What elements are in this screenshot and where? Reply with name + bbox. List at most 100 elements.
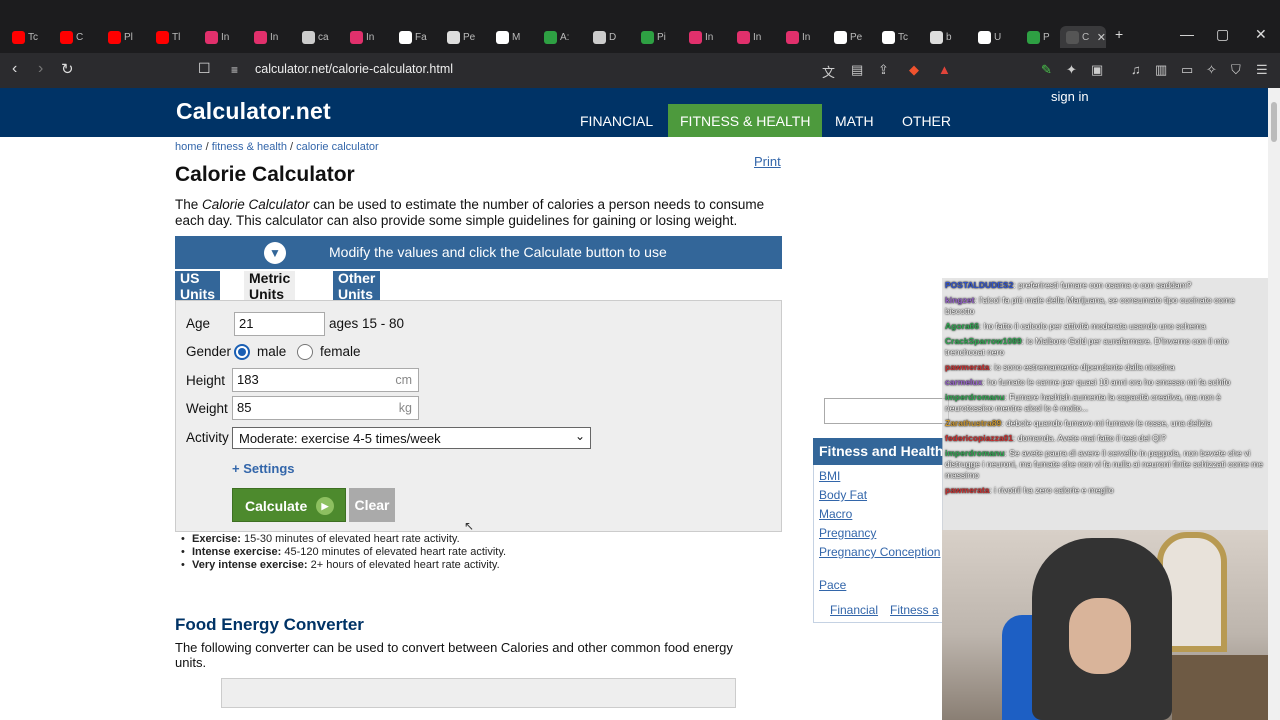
tab-close-icon[interactable]: ✕ xyxy=(1097,31,1106,44)
breadcrumb-calorie[interactable]: calorie calculator xyxy=(296,141,379,153)
chat-message: POSTALDUDES2: preferiresti fumare con os… xyxy=(942,278,1268,293)
tab-label: U xyxy=(994,31,1002,43)
list-item: Exercise: 15-30 minutes of elevated hear… xyxy=(180,533,506,546)
translate-icon[interactable]: 文 xyxy=(822,62,835,81)
calculate-button[interactable]: Calculate ▶ xyxy=(232,488,346,522)
reader-icon[interactable]: ▤ xyxy=(851,62,863,78)
brave-shield-icon[interactable]: ◆ xyxy=(909,62,919,78)
sidebar-icon[interactable]: ▥ xyxy=(1155,62,1167,78)
browser-tab[interactable]: D xyxy=(587,26,631,48)
browser-tab[interactable]: In xyxy=(199,26,243,48)
browser-tab[interactable]: Tc xyxy=(876,26,920,48)
leo-icon[interactable]: ✧ xyxy=(1206,62,1217,78)
browser-tab[interactable]: In xyxy=(731,26,775,48)
wallet-icon[interactable]: ▭ xyxy=(1181,62,1193,78)
nav-other[interactable]: OTHER xyxy=(890,104,963,137)
play-icon: ▶ xyxy=(316,497,334,515)
new-tab-icon[interactable]: + xyxy=(1115,26,1123,42)
height-unit: cm xyxy=(395,373,412,387)
sidebar-footer-fitness[interactable]: Fitness a xyxy=(890,603,939,617)
tab-label: D xyxy=(609,31,617,43)
nav-financial[interactable]: FINANCIAL xyxy=(568,104,665,137)
tab-us-units[interactable]: US Units xyxy=(175,270,220,302)
sidebar-link-macro[interactable]: Macro xyxy=(819,507,852,521)
site-logo[interactable]: Calculator.net xyxy=(176,98,331,125)
vpn-icon[interactable]: ⛉ xyxy=(1231,62,1241,78)
rewards-icon[interactable]: ▲ xyxy=(938,62,951,77)
sidebar-link-pace[interactable]: Pace xyxy=(819,578,846,592)
browser-tab[interactable]: ca xyxy=(296,26,340,48)
url-field[interactable]: calculator.net/calorie-calculator.html xyxy=(255,62,453,76)
search-input[interactable] xyxy=(824,398,949,424)
print-link[interactable]: Print xyxy=(754,154,781,169)
extensions-icon[interactable]: ✦ xyxy=(1066,62,1077,78)
nav-fitness-health[interactable]: FITNESS & HEALTH xyxy=(668,104,823,137)
back-icon[interactable]: ‹ xyxy=(12,60,17,78)
tab-favicon-icon xyxy=(156,30,169,44)
chat-message: Agora66: ho fatto il calcolo per attivit… xyxy=(942,319,1268,334)
gender-female-radio[interactable] xyxy=(297,344,313,360)
browser-tab[interactable]: In xyxy=(683,26,727,48)
tab-label: Fa xyxy=(415,31,427,43)
chat-username: imperdromanu xyxy=(945,392,1005,402)
browser-tab[interactable]: Fa xyxy=(393,26,437,48)
browser-tab[interactable]: Pe xyxy=(828,26,872,48)
sidebar-link-pregnancy-conception[interactable]: Pregnancy Conception xyxy=(819,545,940,559)
share-icon[interactable]: ⇪ xyxy=(878,62,889,78)
chat-username: federicopiazza01 xyxy=(945,433,1014,443)
page-scrollbar[interactable] xyxy=(1268,88,1280,720)
browser-tab[interactable]: In xyxy=(344,26,388,48)
extension-pen-icon[interactable]: ✎ xyxy=(1041,62,1052,78)
gender-male-label[interactable]: male xyxy=(257,344,286,359)
window-close-icon[interactable]: ✕ xyxy=(1255,26,1267,43)
browser-tab[interactable]: P xyxy=(1021,26,1065,48)
browser-tab[interactable]: Pe xyxy=(441,26,485,48)
reload-icon[interactable]: ↻ xyxy=(61,60,74,78)
browser-tab[interactable]: A: xyxy=(538,26,582,48)
breadcrumb-fitness[interactable]: fitness & health xyxy=(212,141,287,153)
browser-tab[interactable]: Tl xyxy=(150,26,194,48)
tab-metric-units[interactable]: Metric Units xyxy=(244,270,296,302)
browser-tab[interactable]: In xyxy=(780,26,824,48)
browser-tab[interactable]: In xyxy=(248,26,292,48)
browser-tab[interactable]: b xyxy=(924,26,968,48)
nav-math[interactable]: MATH xyxy=(823,104,886,137)
sidebar-link-pregnancy[interactable]: Pregnancy xyxy=(819,526,876,540)
browser-tab[interactable]: C ✕ xyxy=(1060,26,1106,48)
sidebar-link-bmi[interactable]: BMI xyxy=(819,469,840,483)
minimize-icon[interactable]: — xyxy=(1180,26,1194,42)
tab-label: In xyxy=(705,31,714,43)
browser-tab[interactable]: C xyxy=(54,26,98,48)
browser-tab[interactable]: Pi xyxy=(635,26,679,48)
maximize-icon[interactable]: ▢ xyxy=(1216,26,1229,43)
forward-icon[interactable]: › xyxy=(38,60,43,78)
gender-female-label[interactable]: female xyxy=(320,344,361,359)
tab-favicon-icon xyxy=(302,30,315,44)
sidebar-link-body-fat[interactable]: Body Fat xyxy=(819,488,867,502)
tab-other-units[interactable]: Other Units xyxy=(333,270,381,302)
breadcrumb-home[interactable]: home xyxy=(175,141,203,153)
site-info-icon[interactable]: ≡ xyxy=(231,63,238,77)
age-input[interactable]: 21 xyxy=(234,312,325,336)
menu-icon[interactable]: ☰ xyxy=(1256,62,1268,78)
activity-select[interactable]: Moderate: exercise 4-5 times/week ⌄ xyxy=(232,427,591,449)
weight-input[interactable]: 85 kg xyxy=(232,396,419,420)
browser-tab[interactable]: M xyxy=(490,26,534,48)
settings-link[interactable]: + Settings xyxy=(232,461,295,476)
clear-button[interactable]: Clear xyxy=(349,488,395,522)
height-input[interactable]: 183 cm xyxy=(232,368,419,392)
tab-label: Pi xyxy=(657,31,666,43)
gender-male-radio[interactable] xyxy=(234,344,250,360)
scrollbar-thumb[interactable] xyxy=(1271,102,1277,142)
browser-tab[interactable]: Pl xyxy=(102,26,146,48)
screenshot-icon[interactable]: ▣ xyxy=(1091,62,1103,78)
tab-favicon-icon xyxy=(1066,30,1079,44)
chat-message: carmelux: ho fumato le canne per quasi 1… xyxy=(942,375,1268,390)
media-icon[interactable]: ♫ xyxy=(1131,62,1141,77)
browser-tab[interactable]: U xyxy=(972,26,1016,48)
sign-in-link[interactable]: sign in xyxy=(1051,89,1089,104)
sidebar-footer-financial[interactable]: Financial xyxy=(830,603,878,617)
bookmark-icon[interactable]: ☐ xyxy=(198,60,211,77)
chat-text: : ho fatto il calcolo per attività moder… xyxy=(979,321,1206,331)
browser-tab[interactable]: Tc xyxy=(6,26,50,48)
